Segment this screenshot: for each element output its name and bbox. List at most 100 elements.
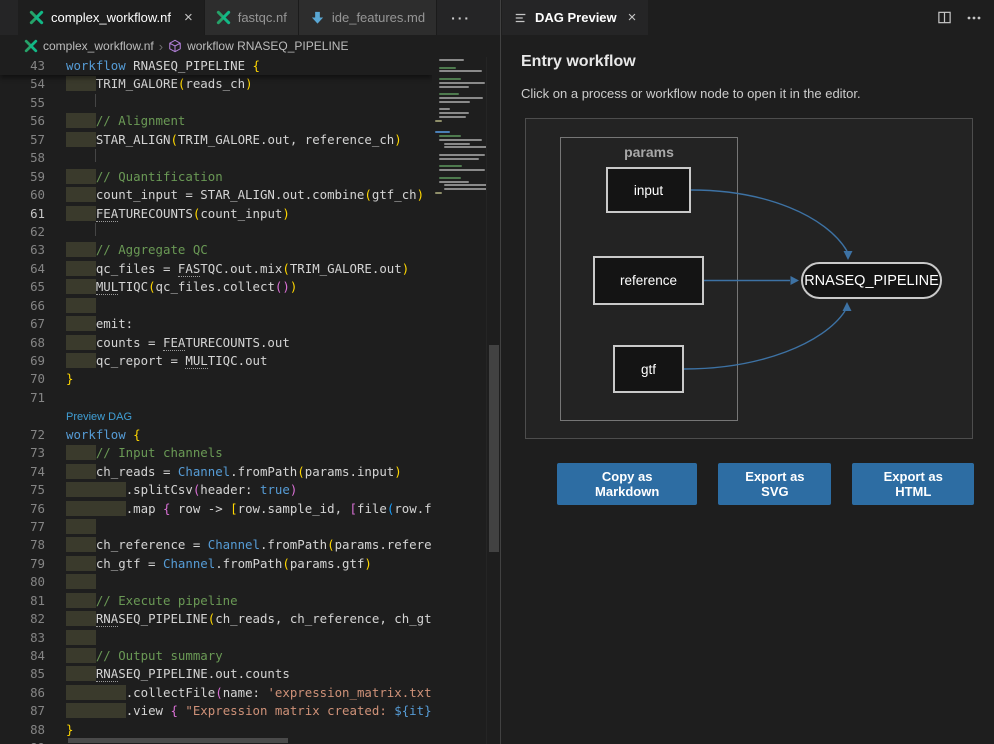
code-line[interactable]: 43workflow RNASEQ_PIPELINE { [0, 57, 432, 75]
line-number[interactable]: 74 [0, 463, 66, 481]
code-text[interactable]: ch_reference = Channel.fromPath(params.r… [66, 536, 432, 554]
code-line[interactable]: 61 FEATURECOUNTS(count_input) [0, 205, 432, 223]
code-text[interactable] [66, 518, 432, 536]
code-text[interactable] [66, 297, 432, 315]
vertical-scrollbar[interactable] [486, 57, 500, 744]
line-number[interactable]: 66 [0, 297, 66, 315]
code-text[interactable] [66, 94, 432, 112]
line-number[interactable]: 43 [0, 57, 66, 75]
line-number[interactable]: 61 [0, 205, 66, 223]
code-line[interactable]: 76 .map { row -> [row.sample_id, [file(r… [0, 500, 432, 518]
code-text[interactable]: FEATURECOUNTS(count_input) [66, 205, 432, 223]
tab-fastqc[interactable]: fastqc.nf [205, 0, 299, 35]
code-lines[interactable]: 54 TRIM_GALORE(reads_ch)5556 // Alignmen… [0, 75, 432, 744]
tab-ide-features[interactable]: ide_features.md [299, 0, 437, 35]
code-text[interactable]: emit: [66, 315, 432, 333]
code-text[interactable]: RNASEQ_PIPELINE.out.counts [66, 665, 432, 683]
line-number[interactable]: 57 [0, 131, 66, 149]
line-number[interactable]: 67 [0, 315, 66, 333]
code-line[interactable]: 83 [0, 629, 432, 647]
code-text[interactable]: // Execute pipeline [66, 592, 432, 610]
code-area[interactable]: 43workflow RNASEQ_PIPELINE { 54 TRIM_GAL… [0, 57, 432, 744]
close-icon[interactable]: × [184, 10, 193, 25]
line-number[interactable]: 81 [0, 592, 66, 610]
line-number[interactable]: 70 [0, 370, 66, 388]
code-line[interactable]: 63 // Aggregate QC [0, 241, 432, 259]
line-number[interactable]: 75 [0, 481, 66, 499]
code-line[interactable]: 79 ch_gtf = Channel.fromPath(params.gtf) [0, 555, 432, 573]
code-text[interactable] [66, 573, 432, 591]
line-number[interactable]: 76 [0, 500, 66, 518]
code-line[interactable]: 73 // Input channels [0, 444, 432, 462]
split-editor-icon[interactable] [937, 10, 952, 25]
code-line[interactable]: 56 // Alignment [0, 112, 432, 130]
line-number[interactable]: 62 [0, 223, 66, 241]
breadcrumb-file[interactable]: complex_workflow.nf [43, 39, 154, 53]
export-as-svg-button[interactable]: Export as SVG [718, 463, 831, 505]
line-number[interactable]: 64 [0, 260, 66, 278]
code-text[interactable]: // Alignment [66, 112, 432, 130]
line-number[interactable]: 89 [0, 739, 66, 744]
code-text[interactable]: .map { row -> [row.sample_id, [file(row.… [66, 500, 432, 518]
code-line[interactable]: 70} [0, 370, 432, 388]
breadcrumb-symbol[interactable]: workflow RNASEQ_PIPELINE [187, 39, 348, 53]
code-line[interactable]: 67 emit: [0, 315, 432, 333]
code-text[interactable]: // Quantification [66, 168, 432, 186]
breadcrumb[interactable]: complex_workflow.nf › workflow RNASEQ_PI… [0, 35, 500, 57]
code-text[interactable]: qc_files = FASTQC.out.mix(TRIM_GALORE.ou… [66, 260, 432, 278]
line-number[interactable]: 78 [0, 536, 66, 554]
line-number[interactable]: 63 [0, 241, 66, 259]
line-number[interactable]: 71 [0, 389, 66, 407]
line-number[interactable] [0, 407, 66, 425]
line-number[interactable]: 84 [0, 647, 66, 665]
code-text[interactable]: .view { "Expression matrix created: ${it… [66, 702, 432, 720]
tab-complex-workflow[interactable]: complex_workflow.nf × [18, 0, 205, 35]
close-icon[interactable]: × [628, 9, 637, 26]
code-line[interactable]: 86 .collectFile(name: 'expression_matrix… [0, 684, 432, 702]
code-line[interactable]: 82 RNASEQ_PIPELINE(ch_reads, ch_referenc… [0, 610, 432, 628]
line-number[interactable]: 85 [0, 665, 66, 683]
code-text[interactable]: MULTIQC(qc_files.collect()) [66, 278, 432, 296]
code-text[interactable]: workflow { [66, 426, 432, 444]
line-number[interactable]: 65 [0, 278, 66, 296]
line-number[interactable]: 83 [0, 629, 66, 647]
code-line[interactable]: 80 [0, 573, 432, 591]
line-number[interactable]: 72 [0, 426, 66, 444]
line-number[interactable]: 77 [0, 518, 66, 536]
code-line[interactable]: 71 [0, 389, 432, 407]
export-as-html-button[interactable]: Export as HTML [852, 463, 974, 505]
minimap[interactable] [432, 57, 486, 744]
code-text[interactable]: count_input = STAR_ALIGN.out.combine(gtf… [66, 186, 432, 204]
code-text[interactable]: } [66, 721, 432, 739]
code-text[interactable]: .splitCsv(header: true) [66, 481, 432, 499]
code-line[interactable]: 72workflow { [0, 426, 432, 444]
code-line[interactable]: 81 // Execute pipeline [0, 592, 432, 610]
sticky-scroll-line[interactable]: 43workflow RNASEQ_PIPELINE { [0, 57, 432, 75]
code-text[interactable]: ch_gtf = Channel.fromPath(params.gtf) [66, 555, 432, 573]
code-text[interactable]: counts = FEATURECOUNTS.out [66, 334, 432, 352]
code-text[interactable]: // Output summary [66, 647, 432, 665]
code-text[interactable]: .collectFile(name: 'expression_matrix.tx… [66, 684, 432, 702]
line-number[interactable]: 55 [0, 94, 66, 112]
code-text[interactable]: // Input channels [66, 444, 432, 462]
code-text[interactable]: STAR_ALIGN(TRIM_GALORE.out, reference_ch… [66, 131, 432, 149]
line-number[interactable]: 87 [0, 702, 66, 720]
dag-node-gtf[interactable]: gtf [613, 345, 684, 393]
line-number[interactable]: 80 [0, 573, 66, 591]
code-line[interactable]: 55 [0, 94, 432, 112]
copy-as-markdown-button[interactable]: Copy as Markdown [557, 463, 697, 505]
code-text[interactable] [66, 149, 432, 167]
line-number[interactable]: 88 [0, 721, 66, 739]
codelens[interactable]: Preview DAG [66, 407, 432, 425]
dag-node-rnaseq-pipeline[interactable]: RNASEQ_PIPELINE [801, 262, 942, 299]
line-number[interactable]: 79 [0, 555, 66, 573]
horizontal-scrollbar[interactable] [68, 738, 288, 743]
tab-dag-preview[interactable]: DAG Preview × [502, 0, 648, 35]
line-number[interactable]: 73 [0, 444, 66, 462]
code-line[interactable]: 78 ch_reference = Channel.fromPath(param… [0, 536, 432, 554]
code-line[interactable]: 60 count_input = STAR_ALIGN.out.combine(… [0, 186, 432, 204]
code-line[interactable]: 66 [0, 297, 432, 315]
code-line[interactable]: 68 counts = FEATURECOUNTS.out [0, 334, 432, 352]
dag-node-reference[interactable]: reference [593, 256, 704, 305]
line-number[interactable]: 58 [0, 149, 66, 167]
